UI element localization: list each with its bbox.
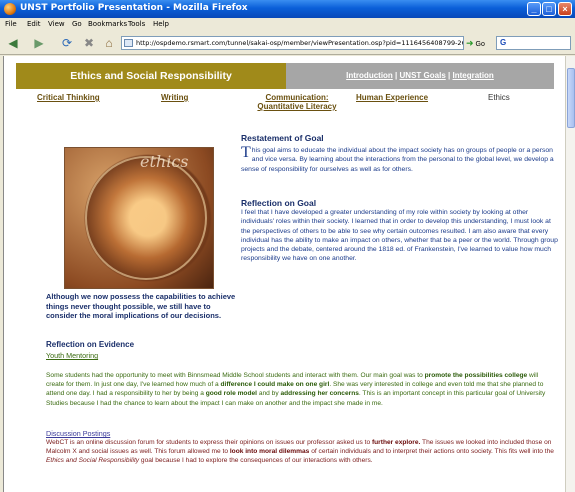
disc-text-3: of certain individuals and to interpret … bbox=[309, 448, 554, 456]
minimize-button[interactable]: _ bbox=[527, 2, 541, 16]
menu-bookmarks[interactable]: Bookmarks bbox=[88, 20, 127, 28]
home-icon[interactable]: ⌂ bbox=[100, 35, 118, 51]
ethics-illustration: ethics bbox=[64, 147, 214, 289]
link-integration[interactable]: Integration bbox=[452, 71, 493, 80]
vertical-scrollbar[interactable] bbox=[565, 56, 575, 492]
forward-arrow-icon[interactable]: ▶ bbox=[30, 35, 48, 51]
youth-bold-4: addressing her concerns bbox=[280, 390, 359, 398]
google-icon: G bbox=[500, 38, 507, 47]
menu-file[interactable]: File bbox=[5, 20, 17, 28]
search-box[interactable]: G bbox=[496, 36, 571, 50]
disc-bold-1: further explore. bbox=[371, 439, 421, 446]
go-label: Go bbox=[475, 41, 485, 48]
firefox-icon bbox=[4, 3, 16, 15]
pull-quote: Although we now possess the capabilities… bbox=[46, 292, 236, 320]
youth-mentoring-body: Some students had the opportunity to mee… bbox=[46, 371, 556, 408]
menu-help[interactable]: Help bbox=[153, 20, 169, 28]
restatement-text: his goal aims to educate the individual … bbox=[241, 147, 554, 173]
disc-bold-2: look into moral dilemmas bbox=[229, 448, 310, 456]
tab-ethics: Ethics bbox=[488, 93, 510, 102]
goal-tabs: Critical Thinking Writing Communication:… bbox=[4, 93, 565, 115]
link-introduction[interactable]: Introduction bbox=[346, 71, 393, 80]
youth-mentoring-link[interactable]: Youth Mentoring bbox=[46, 351, 98, 360]
page-title: Ethics and Social Responsibility bbox=[16, 63, 286, 89]
page-icon bbox=[124, 39, 133, 47]
disc-italic-1: Ethics and Social Responsibility bbox=[46, 457, 140, 465]
tab-human-experience[interactable]: Human Experience bbox=[356, 93, 428, 102]
address-bar[interactable]: http://ospdemo.rsmart.com/tunnel/sakai-o… bbox=[121, 36, 464, 50]
link-unst-goals[interactable]: UNST Goals bbox=[400, 71, 446, 80]
top-nav: Introduction | UNST Goals | Integration bbox=[286, 63, 554, 89]
disc-text-1: WebCT is an online discussion forum for … bbox=[46, 439, 372, 446]
reflection-body: I feel that I have developed a greater u… bbox=[241, 209, 558, 263]
tab-communication-label: Communication: bbox=[265, 93, 329, 102]
menu-tools[interactable]: Tools bbox=[128, 20, 145, 28]
drop-cap: T bbox=[241, 144, 251, 161]
nav-separator: | bbox=[448, 71, 451, 80]
scrollbar-thumb[interactable] bbox=[567, 68, 575, 128]
discussion-postings-body: WebCT is an online discussion forum for … bbox=[46, 438, 556, 466]
menu-view[interactable]: View bbox=[48, 20, 65, 28]
window-titlebar: UNST Portfolio Presentation - Mozilla Fi… bbox=[0, 0, 575, 18]
header-banner: Ethics and Social Responsibility Introdu… bbox=[16, 63, 554, 89]
youth-bold-1: promote the possibilities college bbox=[424, 372, 528, 379]
youth-bold-2: difference I could make on one girl bbox=[220, 381, 330, 389]
tab-communication[interactable]: Communication: Quantitative Literacy bbox=[247, 93, 347, 111]
reflection-heading: Reflection on Goal bbox=[241, 198, 317, 208]
disc-text-4: goal because I had to explore the conseq… bbox=[139, 457, 373, 465]
menu-bar: File Edit View Go Bookmarks Tools Help bbox=[0, 18, 575, 31]
maximize-button[interactable]: □ bbox=[542, 2, 556, 16]
reload-icon[interactable]: ⟳ bbox=[58, 35, 76, 51]
illustration-circle bbox=[85, 156, 207, 280]
navigation-toolbar: ◀ ▶ ⟳ ✖ ⌂ http://ospdemo.rsmart.com/tunn… bbox=[0, 31, 575, 55]
nav-separator: | bbox=[395, 71, 398, 80]
tab-critical-thinking[interactable]: Critical Thinking bbox=[37, 93, 100, 102]
go-button[interactable]: ➜ Go bbox=[466, 36, 492, 50]
menu-edit[interactable]: Edit bbox=[27, 20, 41, 28]
back-arrow-icon[interactable]: ◀ bbox=[4, 35, 22, 51]
tab-quantitative-label: Quantitative Literacy bbox=[257, 102, 337, 111]
go-arrow-icon: ➜ bbox=[466, 38, 474, 48]
youth-bold-3: good role model bbox=[205, 390, 257, 398]
youth-text-1: Some students had the opportunity to mee… bbox=[46, 372, 425, 379]
restatement-heading: Restatement of Goal bbox=[241, 133, 324, 143]
illustration-text: ethics bbox=[140, 152, 189, 171]
restatement-body: This goal aims to educate the individual… bbox=[241, 144, 557, 174]
menu-go[interactable]: Go bbox=[72, 20, 82, 28]
window-title: UNST Portfolio Presentation - Mozilla Fi… bbox=[20, 3, 248, 13]
youth-text-4: and by bbox=[257, 390, 281, 398]
address-url: http://ospdemo.rsmart.com/tunnel/sakai-o… bbox=[136, 39, 464, 47]
discussion-postings-link[interactable]: Discussion Postings bbox=[46, 429, 110, 438]
evidence-heading: Reflection on Evidence bbox=[46, 340, 135, 349]
tab-writing[interactable]: Writing bbox=[161, 93, 188, 102]
page-content: Ethics and Social Responsibility Introdu… bbox=[3, 56, 565, 492]
close-button[interactable]: × bbox=[558, 2, 572, 16]
stop-icon[interactable]: ✖ bbox=[80, 35, 98, 51]
